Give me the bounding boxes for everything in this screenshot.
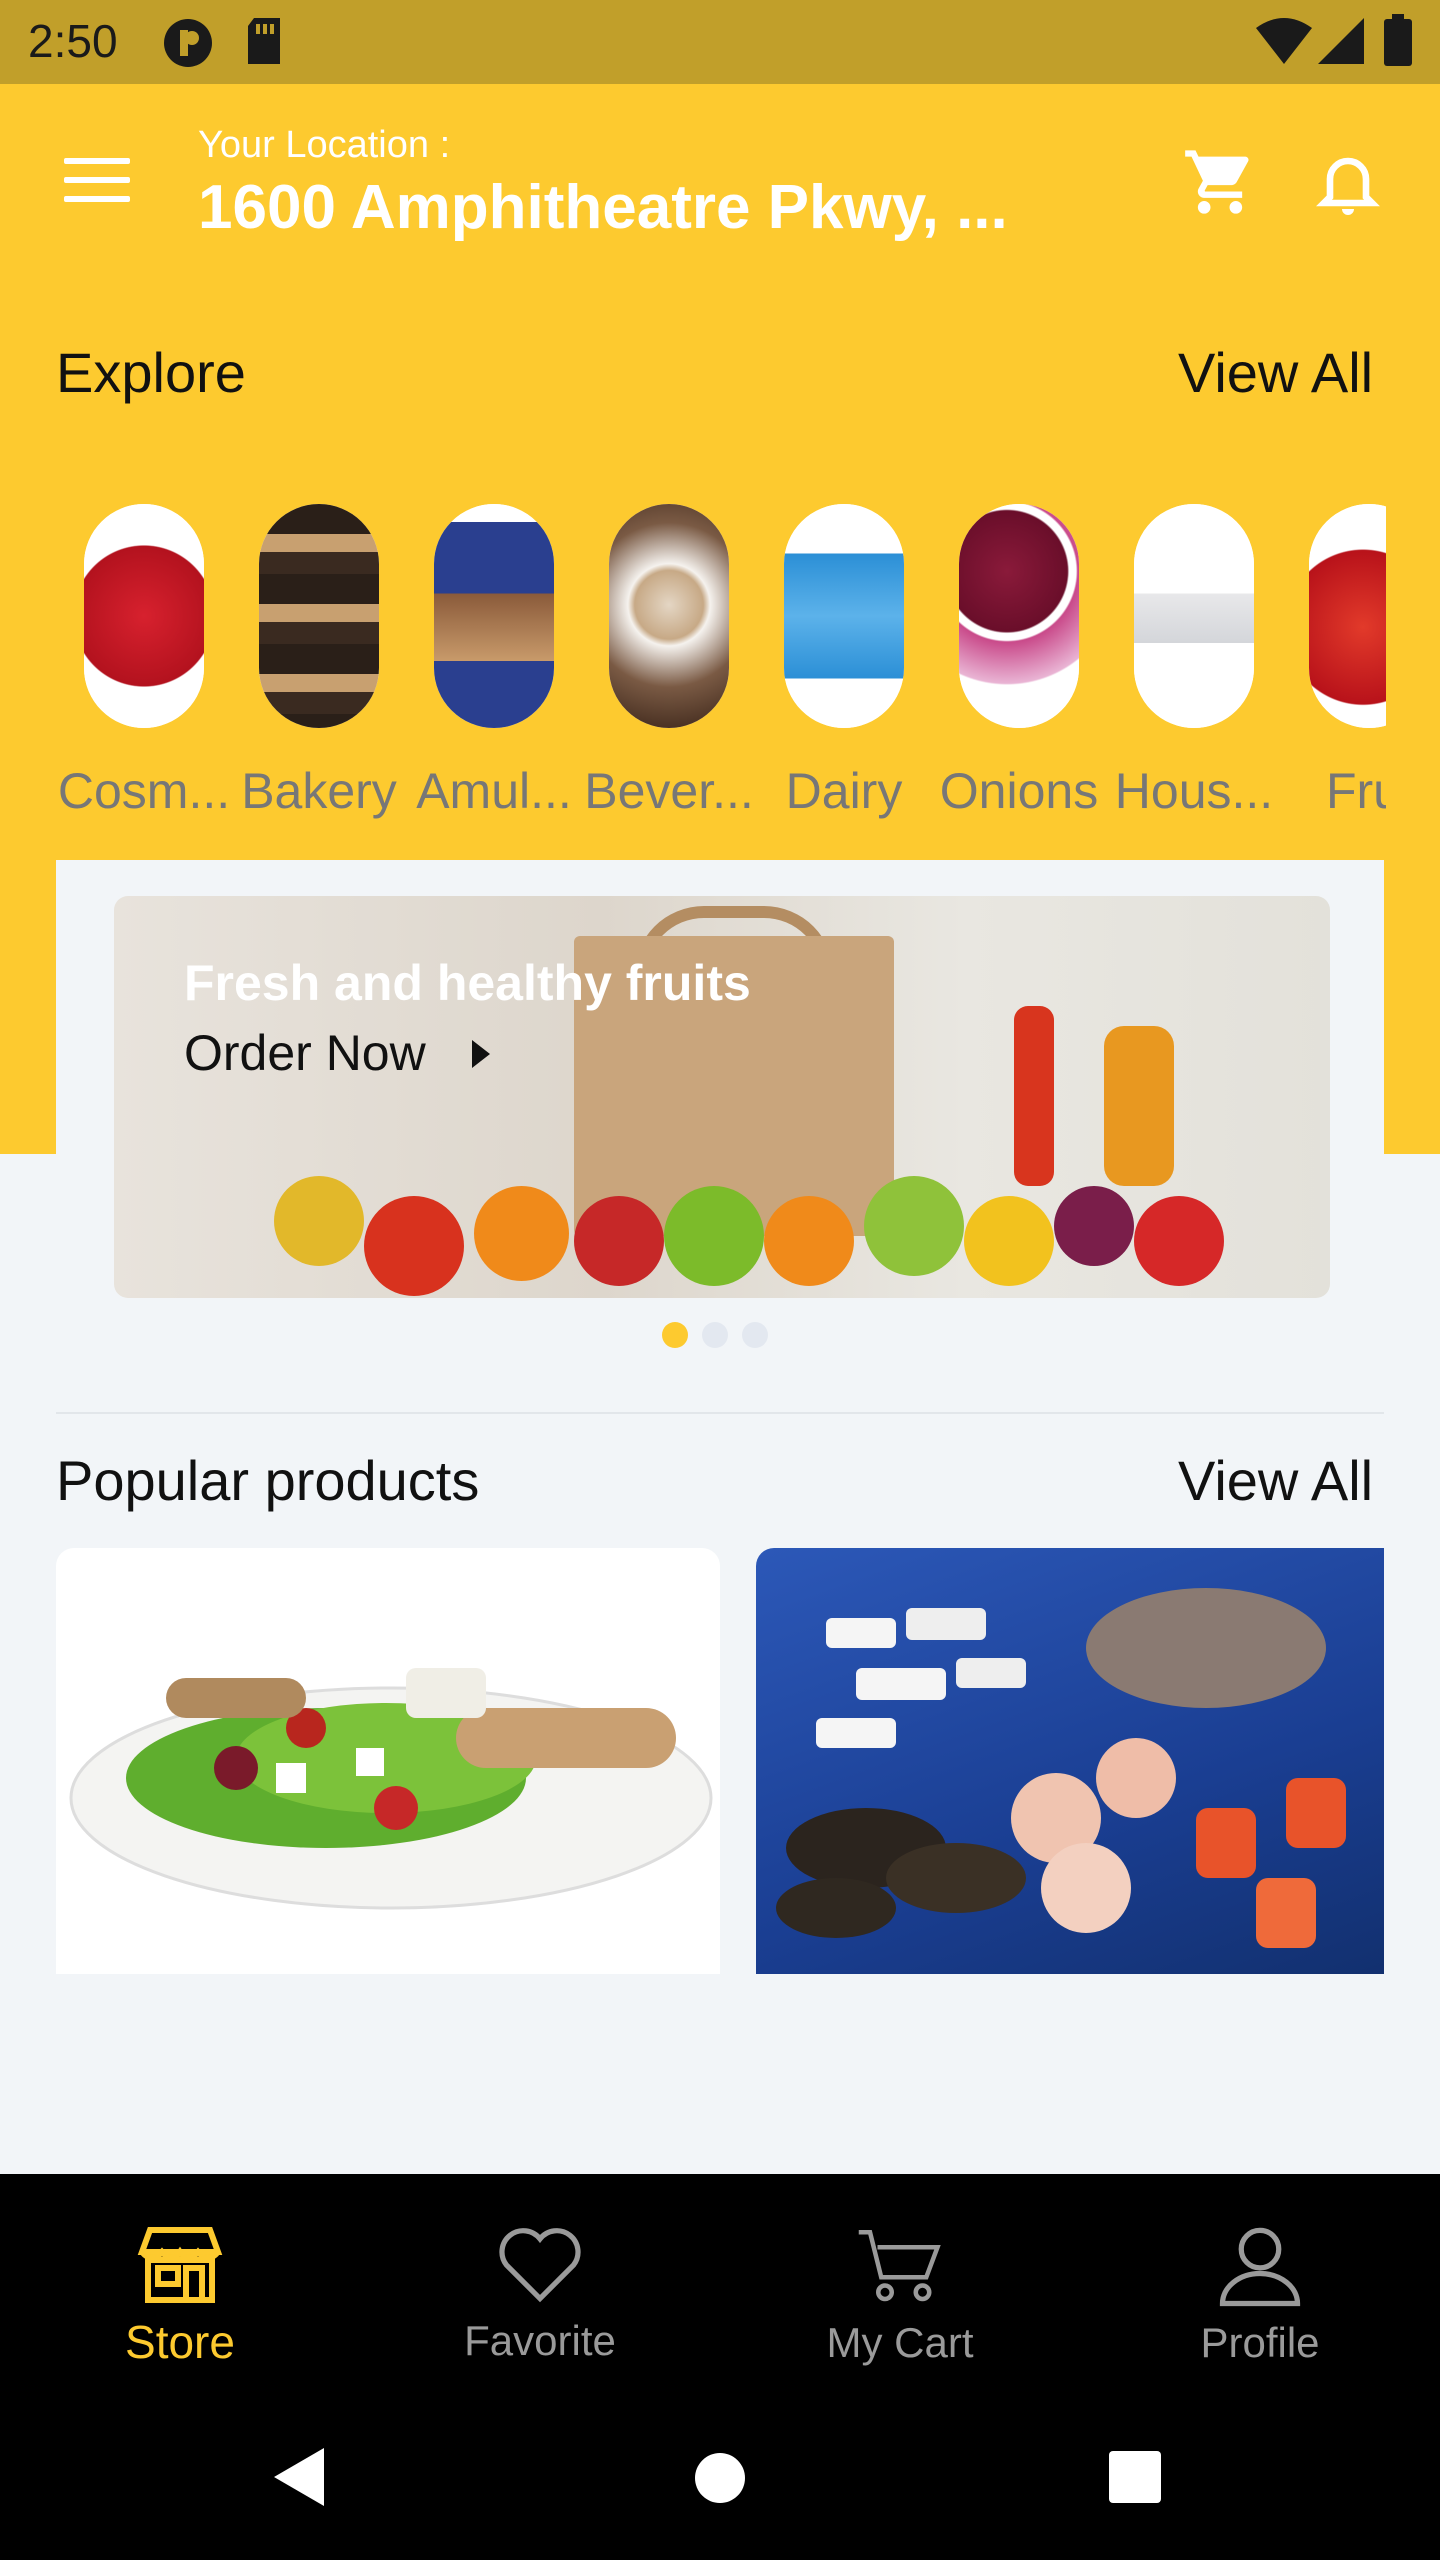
nav-favorite[interactable]: Favorite <box>390 2224 690 2365</box>
carousel-dot[interactable] <box>742 1322 768 1348</box>
cart-icon[interactable] <box>1182 144 1258 220</box>
banner-headline: Fresh and healthy fruits <box>184 955 751 1011</box>
status-bar: 2:50 <box>0 0 1440 84</box>
explore-title: Explore <box>56 341 246 404</box>
category-label: Bakery <box>241 763 397 819</box>
category-item-beverages[interactable]: Bever... <box>581 504 757 820</box>
app-notification-icon <box>164 19 212 67</box>
category-label: Hous... <box>1114 763 1274 819</box>
recents-icon[interactable] <box>1108 2450 1162 2504</box>
carousel-dot[interactable] <box>702 1322 728 1348</box>
category-label: Frui <box>1325 763 1386 819</box>
seafood-image <box>776 1588 1346 1948</box>
product-card-seafood[interactable] <box>756 1548 1384 1974</box>
nav-label: Favorite <box>464 2317 616 2364</box>
category-image <box>959 504 1079 728</box>
bottom-navigation: Store Favorite My Cart Profile <box>0 2174 1440 2386</box>
nav-profile[interactable]: Profile <box>1110 2224 1410 2367</box>
order-now-link[interactable]: Order Now <box>184 1024 426 1082</box>
popular-title: Popular products <box>56 1449 480 1512</box>
store-icon <box>137 2227 223 2303</box>
category-label: Amul... <box>416 763 572 819</box>
category-item-household[interactable]: Hous... <box>1106 504 1282 820</box>
nav-label: Store <box>125 2316 235 2368</box>
divider <box>56 1412 1384 1414</box>
nav-label: Profile <box>1200 2319 1320 2366</box>
home-icon[interactable] <box>694 2452 746 2504</box>
banner-carousel: Fresh and healthy fruits Order Now <box>56 860 1384 1370</box>
explore-view-all-link[interactable]: View All <box>1178 340 1373 405</box>
promo-banner[interactable]: Fresh and healthy fruits Order Now <box>114 896 1330 1298</box>
category-image <box>609 504 729 728</box>
category-image <box>434 504 554 728</box>
back-icon[interactable] <box>270 2446 326 2508</box>
cart-outline-icon <box>858 2230 941 2302</box>
category-item-cosmetics[interactable]: Cosm... <box>56 504 232 820</box>
location-label: Your Location : <box>198 124 451 166</box>
nav-label: My Cart <box>826 2319 974 2366</box>
system-navigation-bar <box>0 2386 1440 2560</box>
category-image <box>84 504 204 728</box>
heart-icon <box>499 2228 581 2303</box>
wifi-icon <box>1256 18 1312 64</box>
status-time: 2:50 <box>28 15 118 67</box>
category-image <box>259 504 379 728</box>
sd-card-icon <box>248 18 280 64</box>
category-label: Dairy <box>785 763 903 819</box>
menu-icon[interactable] <box>64 158 130 204</box>
arrow-right-icon <box>472 1040 490 1068</box>
battery-icon <box>1384 14 1412 66</box>
salad-image <box>69 1668 713 1910</box>
location-value[interactable]: 1600 Amphitheatre Pkwy, ... <box>198 172 1008 243</box>
signal-icon <box>1318 18 1364 64</box>
category-image <box>784 504 904 728</box>
product-card-salad[interactable] <box>56 1548 720 1974</box>
category-item-fruits[interactable]: Frui <box>1281 504 1386 820</box>
category-item-amul[interactable]: Amul... <box>406 504 582 820</box>
bell-icon[interactable] <box>1312 144 1384 220</box>
popular-view-all-link[interactable]: View All <box>1178 1448 1373 1513</box>
fruits-image <box>274 1006 1274 1298</box>
category-label: Onions <box>939 763 1099 819</box>
category-item-onions[interactable]: Onions <box>931 504 1107 820</box>
category-label: Bever... <box>584 763 754 819</box>
profile-icon <box>1219 2227 1301 2307</box>
category-image <box>1309 504 1386 728</box>
nav-cart[interactable]: My Cart <box>750 2224 1050 2367</box>
category-item-dairy[interactable]: Dairy <box>756 504 932 820</box>
category-image <box>1134 504 1254 728</box>
carousel-indicator <box>662 1322 782 1353</box>
category-label: Cosm... <box>57 763 231 819</box>
nav-store[interactable]: Store <box>30 2224 330 2369</box>
category-item-bakery[interactable]: Bakery <box>231 504 407 820</box>
carousel-dot-active[interactable] <box>662 1322 688 1348</box>
